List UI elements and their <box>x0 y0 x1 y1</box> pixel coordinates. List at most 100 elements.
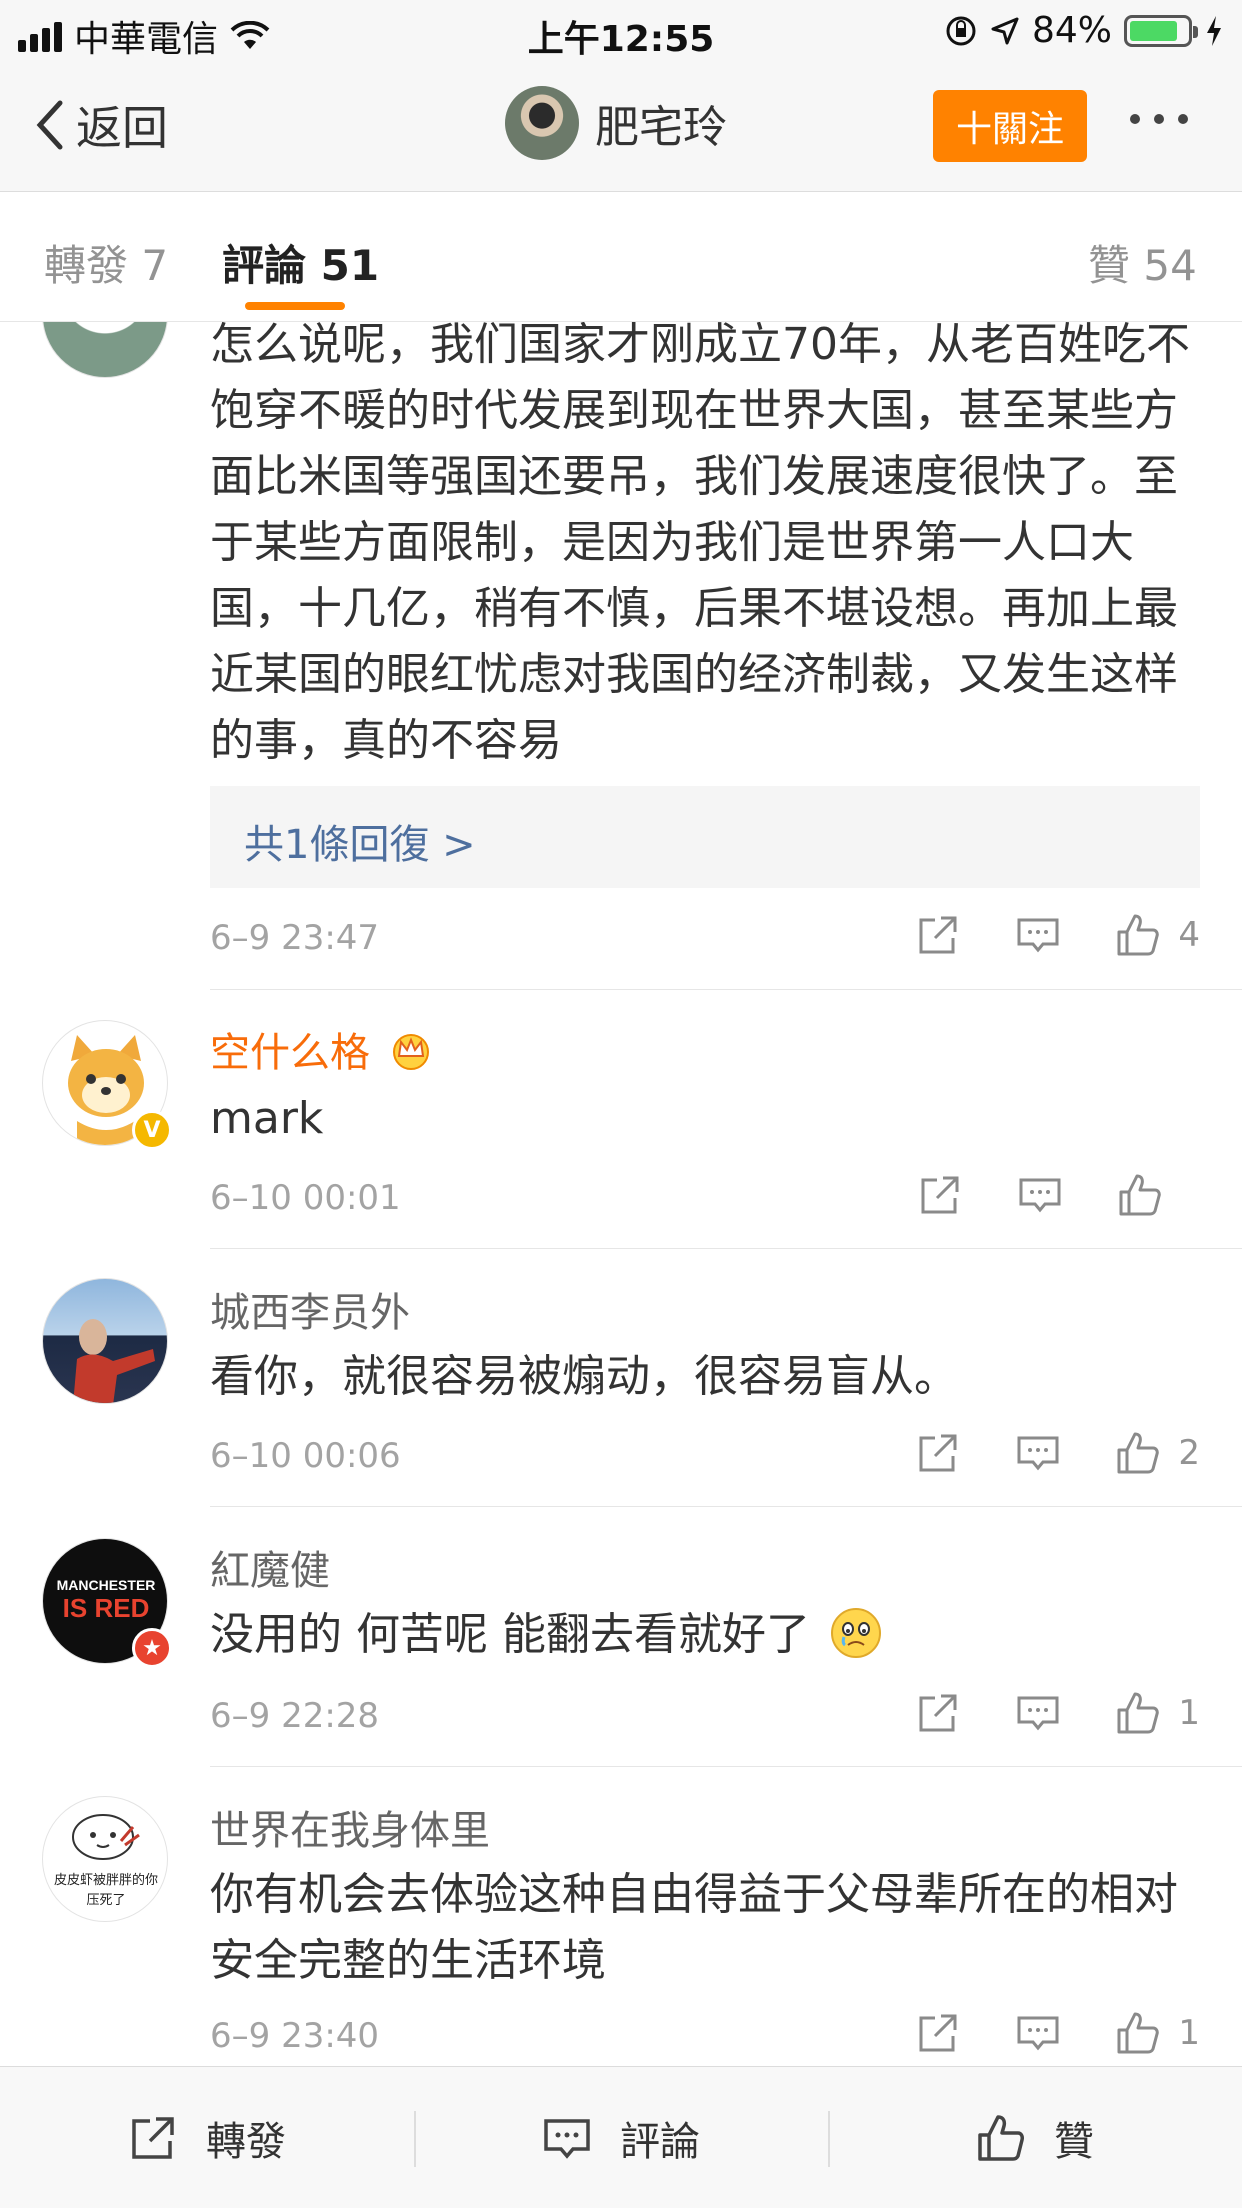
comment-actions: 2 <box>868 1430 1200 1476</box>
nav-bar: 返回 肥宅玲 十關注 <box>0 62 1242 192</box>
share-icon <box>919 2014 957 2052</box>
tab-comments[interactable]: 評論 51 <box>222 232 379 293</box>
comment-button[interactable]: 評論 <box>414 2067 828 2208</box>
reply-button[interactable] <box>1008 1690 1068 1736</box>
repost-button[interactable]: 轉發 <box>0 2067 414 2208</box>
divider <box>210 1248 1242 1249</box>
tab-likes[interactable]: 贊 54 <box>1088 232 1197 293</box>
comment-text: 怎么说呢，我们国家才刚成立70年，从老百姓吃不饱穿不暖的时代发展到现在世界大国，… <box>210 322 1190 766</box>
battery-percent: 84% <box>1031 10 1112 51</box>
comment-username[interactable]: 紅魔健 <box>210 1538 330 1596</box>
follow-button[interactable]: 十關注 <box>933 90 1087 162</box>
share-icon <box>919 916 957 954</box>
share-button[interactable] <box>908 1690 968 1736</box>
reply-button[interactable] <box>1010 1172 1070 1218</box>
like-count: 2 <box>1178 1433 1200 1473</box>
share-icon <box>921 1176 959 1214</box>
comment-text: 你有机会去体验这种自由得益于父母辈所在的相对安全完整的生活环境 <box>210 1869 1178 1986</box>
share-button[interactable] <box>908 2010 968 2056</box>
comment-list[interactable]: 怎么说呢，我们国家才刚成立70年，从老百姓吃不饱穿不暖的时代发展到现在世界大国，… <box>0 322 1242 2066</box>
share-icon <box>132 2117 174 2159</box>
thumbs-up-icon <box>1117 1692 1160 1734</box>
more-options-icon[interactable] <box>1130 114 1188 124</box>
share-button[interactable] <box>908 912 968 958</box>
comment-time: 6–9 23:40 <box>210 2016 380 2056</box>
status-bar: 中華電信 上午12:55 84% <box>0 0 1242 62</box>
share-button[interactable] <box>908 1430 968 1476</box>
share-icon <box>919 1694 957 1732</box>
comment-icon <box>1017 918 1059 953</box>
avatar[interactable]: 皮皮虾被胖胖的你 压死了 <box>42 1796 168 1922</box>
thumbs-up-icon <box>1119 1174 1161 1216</box>
comment-actions: 1 <box>868 2010 1200 2056</box>
comment-icon <box>1017 1436 1059 1471</box>
like-count: 1 <box>1178 2013 1200 2053</box>
avatar-text-top: 皮皮虾被胖胖的你 <box>53 1873 158 1888</box>
thumbs-up-icon <box>1117 914 1160 956</box>
avatar-text-bottom: IS RED <box>62 1593 150 1623</box>
thumbs-up-icon <box>1117 2012 1160 2054</box>
username-text: 空什么格 <box>210 1030 370 1076</box>
comment-icon <box>1017 1696 1059 1731</box>
battery-icon <box>1124 14 1198 47</box>
reply-summary[interactable]: 共1條回復 > <box>210 786 1200 888</box>
comment-time: 6–10 00:06 <box>210 1436 401 1476</box>
crown-icon <box>392 1034 429 1070</box>
comment-label: 評論 <box>620 2119 700 2165</box>
tab-active-indicator <box>245 302 345 310</box>
comment-actions <box>870 1172 1200 1218</box>
reply-link[interactable]: 共1條回復 > <box>244 812 476 870</box>
comment-username[interactable]: 世界在我身体里 <box>210 1798 490 1856</box>
repost-label: 轉發 <box>206 2119 286 2165</box>
divider <box>210 1766 1242 1767</box>
page-title: 肥宅玲 <box>595 102 727 153</box>
like-button[interactable] <box>1108 2010 1168 2056</box>
comment-username[interactable]: 城西李员外 <box>210 1280 410 1338</box>
comment-time: 6–9 22:28 <box>210 1696 380 1736</box>
comment-actions: 1 <box>868 1690 1200 1736</box>
divider <box>210 1506 1242 1507</box>
location-icon <box>991 17 1019 44</box>
comment-text: 看你，就很容易被煽动，很容易盲从。 <box>210 1351 958 1402</box>
reply-button[interactable] <box>1008 912 1068 958</box>
thumbs-up-icon <box>978 2115 1024 2161</box>
avatar[interactable] <box>42 322 168 378</box>
comment-icon <box>544 2119 590 2159</box>
share-button[interactable] <box>910 1172 970 1218</box>
tab-repost[interactable]: 轉發 7 <box>44 232 168 293</box>
member-badge: ★ <box>132 1628 172 1668</box>
avatar[interactable] <box>42 1278 168 1404</box>
like-button[interactable] <box>1108 912 1168 958</box>
photo-avatar-icon <box>73 1319 155 1403</box>
comment-username[interactable]: 空什么格 <box>210 1020 433 1078</box>
tab-bar: 轉發 7 評論 51 贊 54 <box>0 192 1242 322</box>
avatar[interactable] <box>505 86 579 160</box>
comment-text: mark <box>210 1093 324 1144</box>
nav-user[interactable]: 肥宅玲 <box>505 86 727 160</box>
back-button[interactable]: 返回 <box>30 92 168 158</box>
divider <box>210 989 1242 990</box>
comment-time: 6–10 00:01 <box>210 1178 401 1218</box>
like-label: 贊 <box>1054 2119 1094 2165</box>
reply-button[interactable] <box>1008 1430 1068 1476</box>
like-count: 1 <box>1178 1693 1200 1733</box>
comment-text: 没用的 何苦呢 能翻去看就好了 <box>210 1609 810 1660</box>
sad-emoji-icon <box>830 1608 881 1658</box>
chevron-left-icon <box>36 100 63 150</box>
comment-actions: 4 <box>868 912 1200 958</box>
comment-text-row: 没用的 何苦呢 能翻去看就好了 <box>210 1602 1200 1668</box>
avatar[interactable]: V <box>42 1020 172 1150</box>
like-button[interactable] <box>1108 1430 1168 1476</box>
verified-badge: V <box>132 1110 172 1150</box>
like-count: 4 <box>1178 915 1200 955</box>
like-button[interactable] <box>1110 1172 1170 1218</box>
like-bottom-button[interactable]: 贊 <box>828 2067 1242 2208</box>
rotation-lock-icon <box>946 16 976 45</box>
like-button[interactable] <box>1108 1690 1168 1736</box>
share-icon <box>919 1434 957 1472</box>
back-label: 返回 <box>76 101 168 155</box>
status-right: 84% <box>944 10 1224 51</box>
reply-button[interactable] <box>1008 2010 1068 2056</box>
avatar-text-top: MANCHESTER <box>56 1577 156 1593</box>
avatar[interactable]: MANCHESTER IS RED ★ <box>42 1538 172 1668</box>
